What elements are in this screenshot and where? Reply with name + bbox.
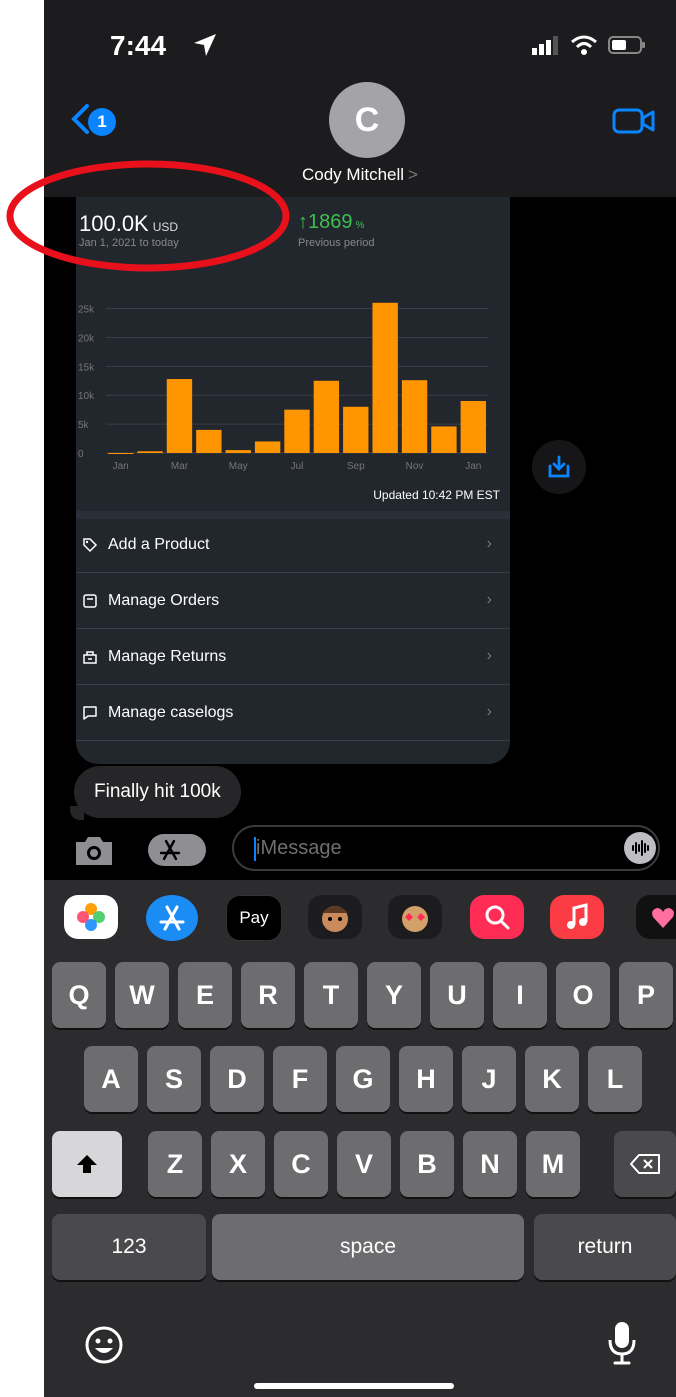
red-annotation-circle [6, 160, 290, 272]
